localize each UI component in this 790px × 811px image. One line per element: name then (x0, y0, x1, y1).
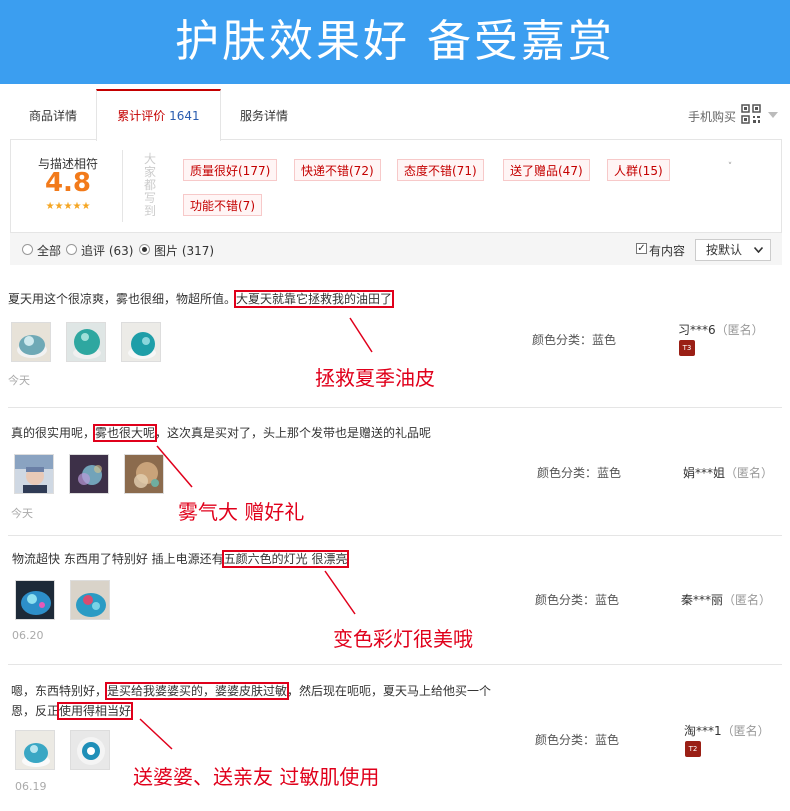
callout-arrow (139, 718, 173, 750)
callout-label: 送婆婆、送亲友 过敏肌使用 (133, 765, 380, 789)
